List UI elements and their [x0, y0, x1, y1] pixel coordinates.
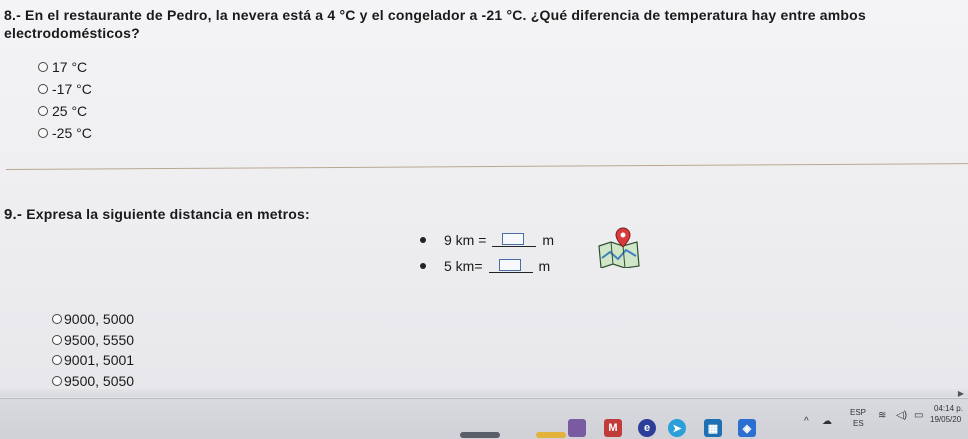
clock-time[interactable]: 04:14 p. [934, 404, 963, 413]
chrome-icon[interactable]: ◈ [738, 419, 756, 437]
answer-blank [492, 233, 537, 247]
question-text: Expresa la siguiente distancia en metros… [26, 206, 310, 222]
radio-button[interactable] [52, 375, 62, 386]
radio-button[interactable] [52, 334, 62, 345]
question-9-title: 9.- Expresa la siguiente distancia en me… [4, 206, 310, 223]
radio-button[interactable] [38, 128, 48, 138]
clock-date[interactable]: 19/05/20 [930, 415, 961, 424]
question-8-title: 8.- En el restaurante de Pedro, la never… [4, 7, 866, 41]
volume-icon[interactable]: ◁) [896, 410, 907, 421]
equation-row: 9 km = m [420, 227, 554, 253]
folder-icon[interactable] [536, 432, 566, 438]
radio-button[interactable] [38, 84, 48, 94]
bullet-icon [420, 237, 426, 243]
radio-button[interactable] [52, 355, 62, 366]
chevron-up-icon[interactable]: ^ [804, 416, 809, 427]
question-8-options: 17 °C -17 °C 25 °C -25 °C [38, 56, 92, 144]
q9-option-3[interactable]: 9001, 5001 [52, 350, 134, 371]
section-divider [5, 163, 968, 170]
option-label: 9500, 5050 [64, 372, 135, 389]
q8-option-3[interactable]: 25 °C [38, 100, 92, 122]
equation-left: 9 km = [444, 232, 487, 248]
option-label: -25 °C [52, 125, 92, 141]
equation-unit: m [542, 232, 555, 248]
q9-option-1[interactable]: 9000, 5000 [52, 309, 134, 330]
edge-icon[interactable]: e [638, 419, 656, 437]
q9-option-2[interactable]: 9500, 5550 [52, 330, 134, 351]
telegram-icon[interactable]: ➤ [668, 419, 686, 437]
option-label: 9500, 5550 [64, 331, 135, 348]
blank-box-icon [502, 233, 525, 245]
question-number: 9.- [4, 206, 23, 223]
radio-button[interactable] [38, 106, 48, 116]
question-9-options: 9000, 5000 9500, 5550 9001, 5001 9500, 5… [52, 309, 134, 391]
wifi-icon[interactable]: ≋ [878, 410, 886, 421]
answer-blank [488, 259, 533, 273]
blank-box-icon [498, 259, 521, 271]
q8-option-2[interactable]: -17 °C [38, 78, 92, 100]
map-icon [598, 227, 640, 268]
radio-button[interactable] [52, 314, 62, 325]
bullet-icon [420, 263, 426, 269]
option-label: 9000, 5000 [64, 311, 135, 328]
conversion-equations: 9 km = m 5 km= m [420, 227, 554, 279]
radio-button[interactable] [38, 62, 48, 72]
cloud-icon[interactable]: ☁ [822, 416, 832, 427]
scroll-right-icon[interactable]: ▶ [958, 389, 964, 398]
option-label: 17 °C [52, 59, 88, 75]
app-icon[interactable] [568, 419, 586, 437]
equation-unit: m [538, 258, 551, 274]
horizontal-scrollbar[interactable]: ▶ [0, 389, 968, 398]
q8-option-4[interactable]: -25 °C [38, 122, 92, 144]
q9-option-4[interactable]: 9500, 5050 [52, 371, 134, 392]
option-label: -17 °C [52, 81, 92, 97]
option-label: 25 °C [52, 103, 88, 119]
language-indicator[interactable]: ESP [850, 408, 866, 417]
battery-icon[interactable]: ▭ [914, 410, 923, 421]
equation-left: 5 km= [444, 258, 483, 274]
equation-row: 5 km= m [420, 253, 554, 279]
language-sub: ES [853, 419, 864, 428]
option-label: 9001, 5001 [64, 352, 135, 369]
q8-option-1[interactable]: 17 °C [38, 56, 92, 78]
taskbar-search-icon[interactable] [460, 432, 500, 438]
store-icon[interactable]: ▦ [704, 419, 722, 437]
mail-icon[interactable]: M [604, 419, 622, 437]
